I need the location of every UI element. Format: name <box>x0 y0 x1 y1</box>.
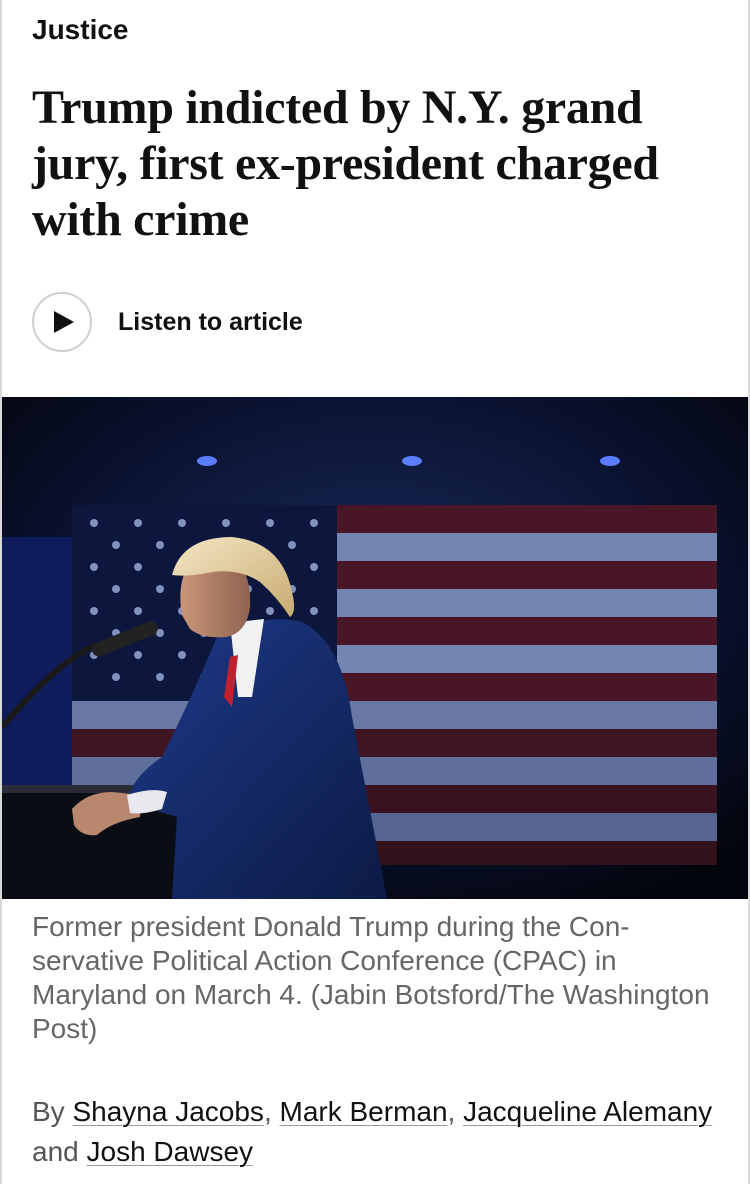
stage-light <box>600 456 620 466</box>
lead-photo <box>2 397 748 899</box>
byline-prefix: By <box>32 1096 65 1127</box>
photo-caption: Former president Donald Trump during the… <box>32 911 710 1044</box>
byline-separator: , <box>263 1096 272 1127</box>
author-link[interactable]: Mark Berman <box>280 1096 448 1127</box>
stage-light <box>402 456 422 466</box>
author-link[interactable]: Shayna Jacobs <box>72 1096 263 1127</box>
play-button[interactable] <box>32 292 92 352</box>
listen-label[interactable]: Listen to article <box>118 308 303 337</box>
lead-photo-illustration <box>2 397 748 899</box>
author-link[interactable]: Jacqueline Alemany <box>463 1096 712 1127</box>
listen-to-article-control[interactable]: Listen to article <box>32 292 303 352</box>
section-label[interactable]: Justice <box>32 14 129 46</box>
stage-light <box>197 456 217 466</box>
byline-separator: , <box>447 1096 456 1127</box>
byline: By Shayna Jacobs, Mark Berman, Jacquelin… <box>32 1092 722 1172</box>
author-link[interactable]: Josh Dawsey <box>87 1136 254 1167</box>
byline-conjunction: and <box>32 1136 79 1167</box>
play-icon <box>54 311 74 333</box>
article-headline: Trump indicted by N.Y. grand jury, first… <box>32 81 659 246</box>
